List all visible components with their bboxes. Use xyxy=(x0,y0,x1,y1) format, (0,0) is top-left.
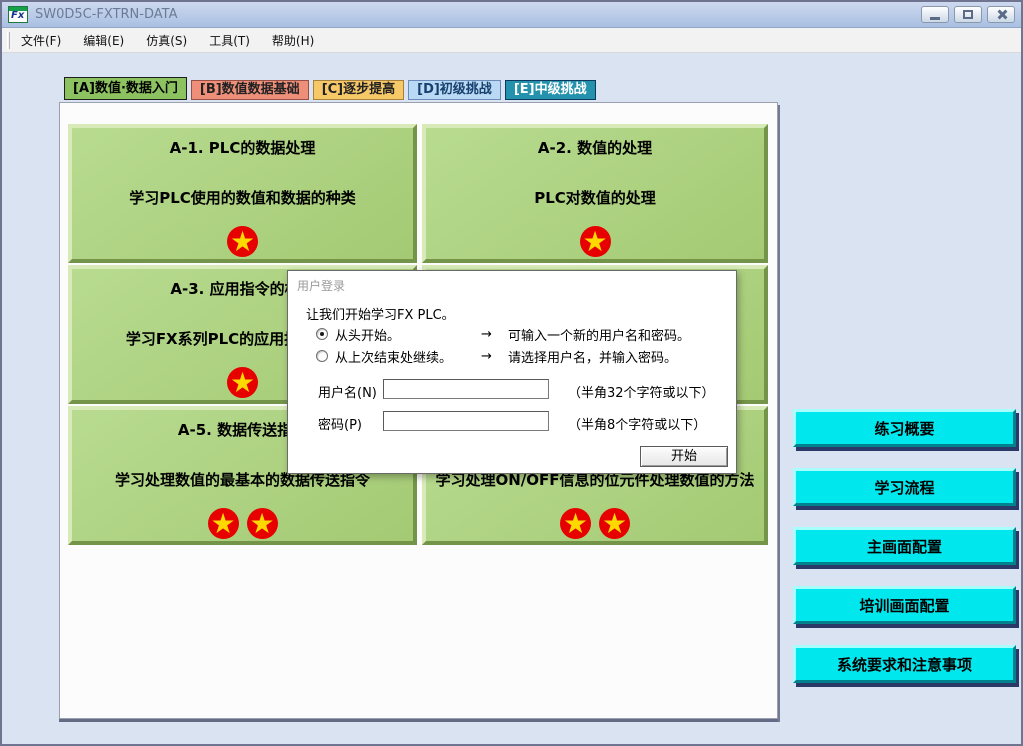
title-bar: Fx SW0D5C-FXTRN-DATA xyxy=(2,2,1021,28)
password-label: 密码(P) xyxy=(318,414,362,433)
lesson-panel-a2[interactable]: A-2. 数值的处理 PLC对数值的处理 xyxy=(422,124,768,263)
window-controls xyxy=(921,6,1015,23)
tab-b-basics[interactable]: [B]数值数据基础 xyxy=(191,80,309,100)
star-icon xyxy=(599,508,630,539)
star-icon xyxy=(227,367,258,398)
learning-flow-button[interactable]: 学习流程 xyxy=(793,468,1016,506)
dialog-intro-text: 让我们开始学习FX PLC。 xyxy=(306,304,455,323)
star-icon xyxy=(560,508,591,539)
maximize-icon xyxy=(963,10,973,19)
arrow-icon: → xyxy=(481,327,492,342)
user-login-dialog: 用户登录 让我们开始学习FX PLC。 从头开始。 → 可输入一个新的用户名和密… xyxy=(287,270,737,474)
training-screen-config-button[interactable]: 培训画面配置 xyxy=(793,586,1016,624)
main-screen-config-button[interactable]: 主画面配置 xyxy=(793,527,1016,565)
menu-file[interactable]: 文件(F) xyxy=(10,28,72,53)
start-button[interactable]: 开始 xyxy=(640,446,728,467)
category-tabs: [A]数值·数据入门 [B]数值数据基础 [C]逐步提高 [D]初级挑战 [E]… xyxy=(64,77,596,100)
start-fresh-option-row: 从头开始。 → 可输入一个新的用户名和密码。 xyxy=(316,326,728,342)
continue-option-row: 从上次结束处继续。 → 请选择用户名，并输入密码。 xyxy=(316,348,728,364)
fx-app-icon: Fx xyxy=(8,6,28,23)
star-icon xyxy=(227,226,258,257)
continue-label: 从上次结束处继续。 xyxy=(335,347,452,366)
minimize-icon xyxy=(930,17,940,20)
username-input[interactable] xyxy=(383,379,549,399)
menu-simulation[interactable]: 仿真(S) xyxy=(135,28,198,53)
menu-help[interactable]: 帮助(H) xyxy=(261,28,325,53)
lesson-title: A-1. PLC的数据处理 xyxy=(72,137,413,158)
app-window: Fx SW0D5C-FXTRN-DATA 文件(F) 编辑(E) 仿真(S) 工… xyxy=(0,0,1023,746)
start-fresh-hint: 可输入一个新的用户名和密码。 xyxy=(508,325,690,344)
fx-icon-letters: Fx xyxy=(11,11,24,21)
dialog-title: 用户登录 xyxy=(297,277,345,294)
start-fresh-label: 从头开始。 xyxy=(335,325,400,344)
arrow-icon: → xyxy=(481,349,492,364)
tab-e-intermediate-challenge[interactable]: [E]中级挑战 xyxy=(505,80,596,100)
start-fresh-radio[interactable] xyxy=(316,328,328,340)
difficulty-stars xyxy=(426,226,764,257)
lesson-panel-a1[interactable]: A-1. PLC的数据处理 学习PLC使用的数值和数据的种类 xyxy=(68,124,417,263)
star-icon xyxy=(208,508,239,539)
password-hint: （半角8个字符或以下） xyxy=(568,414,706,433)
menu-bar: 文件(F) 编辑(E) 仿真(S) 工具(T) 帮助(H) xyxy=(2,28,1021,53)
system-requirements-button[interactable]: 系统要求和注意事项 xyxy=(793,645,1016,683)
lesson-subtitle: 学习PLC使用的数值和数据的种类 xyxy=(72,187,413,208)
exercise-overview-button[interactable]: 练习概要 xyxy=(793,409,1016,447)
maximize-button[interactable] xyxy=(954,6,982,23)
username-label: 用户名(N) xyxy=(318,382,377,401)
close-icon xyxy=(996,9,1007,20)
password-input[interactable] xyxy=(383,411,549,431)
difficulty-stars xyxy=(426,508,764,539)
lesson-subtitle: PLC对数值的处理 xyxy=(426,187,764,208)
window-title: SW0D5C-FXTRN-DATA xyxy=(35,7,177,22)
lesson-title: A-2. 数值的处理 xyxy=(426,137,764,158)
star-icon xyxy=(580,226,611,257)
password-row: 密码(P) （半角8个字符或以下） xyxy=(318,411,728,433)
menu-edit[interactable]: 编辑(E) xyxy=(72,28,135,53)
continue-hint: 请选择用户名，并输入密码。 xyxy=(508,347,677,366)
difficulty-stars xyxy=(72,226,413,257)
star-icon xyxy=(247,508,278,539)
username-hint: （半角32个字符或以下） xyxy=(568,382,715,401)
minimize-button[interactable] xyxy=(921,6,949,23)
tab-a-intro[interactable]: [A]数值·数据入门 xyxy=(64,77,187,100)
tab-c-stepup[interactable]: [C]逐步提高 xyxy=(313,80,404,100)
close-button[interactable] xyxy=(987,6,1015,23)
menu-tools[interactable]: 工具(T) xyxy=(198,28,261,53)
tab-d-beginner-challenge[interactable]: [D]初级挑战 xyxy=(408,80,501,100)
difficulty-stars xyxy=(72,508,413,539)
username-row: 用户名(N) （半角32个字符或以下） xyxy=(318,379,728,401)
continue-radio[interactable] xyxy=(316,350,328,362)
